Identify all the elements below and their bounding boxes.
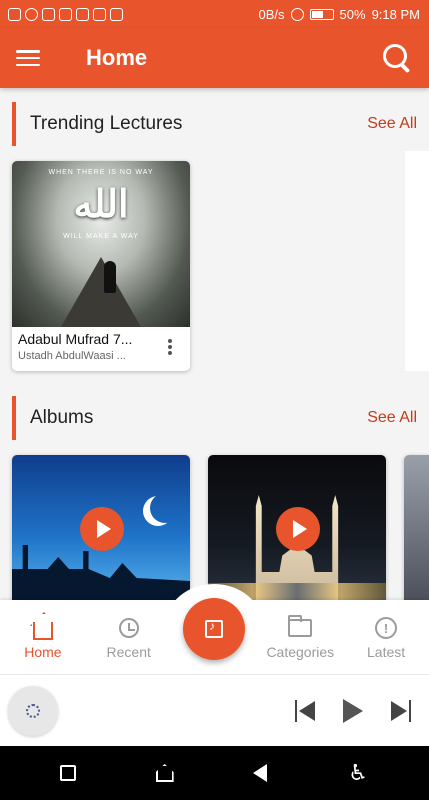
nav-home-label: Home	[24, 644, 62, 660]
play-album-button[interactable]	[80, 507, 124, 551]
nav-home[interactable]: Home	[0, 600, 86, 674]
cloud-icon	[110, 7, 123, 21]
lecture-title: Adabul Mufrad 7...	[18, 331, 133, 347]
music-library-button[interactable]	[183, 598, 245, 660]
album-card-peek[interactable]	[404, 455, 429, 600]
nav-latest[interactable]: ! Latest	[343, 600, 429, 674]
section-title-albums: Albums	[12, 396, 93, 440]
lecture-info: Adabul Mufrad 7... Ustadh AbdulWaasi ...	[12, 327, 190, 366]
accessibility-icon[interactable]: ♿	[347, 762, 369, 784]
battery-percent: 50%	[339, 6, 366, 22]
play-store-icon	[76, 7, 89, 21]
back-icon[interactable]	[253, 764, 268, 782]
battery-icon	[309, 8, 334, 20]
notification-icons	[8, 7, 123, 21]
history-icon	[118, 618, 139, 638]
mini-player	[0, 674, 429, 746]
lecture-thumbnail[interactable]: WHEN THERE IS NO WAY الله WILL MAKE A WA…	[12, 161, 190, 327]
play-album-button[interactable]	[276, 507, 320, 551]
nav-recent[interactable]: Recent	[86, 600, 172, 674]
album-card[interactable]	[208, 455, 386, 600]
search-icon[interactable]	[381, 42, 413, 74]
menu-icon[interactable]	[16, 48, 40, 68]
moon-graphic	[150, 493, 180, 523]
nav-categories[interactable]: Categories	[257, 600, 343, 674]
nav-recent-label: Recent	[106, 644, 151, 660]
home-icon	[32, 622, 53, 640]
trending-section-header: Trending Lectures See All	[12, 102, 417, 146]
now-playing-artwork[interactable]	[8, 685, 58, 736]
whatsapp-icon	[25, 7, 38, 21]
status-bar: 0B/s 50% 9:18 PM	[0, 0, 429, 28]
albums-section-header: Albums See All	[12, 396, 417, 440]
thumbnail-caption-top: WHEN THERE IS NO WAY	[48, 169, 154, 176]
play-icon[interactable]	[343, 698, 363, 723]
clock: 9:18 PM	[371, 6, 420, 22]
player-controls	[295, 698, 421, 723]
lecture-card[interactable]: WHEN THERE IS NO WAY الله WILL MAKE A WA…	[12, 161, 190, 371]
shield-icon	[59, 7, 72, 21]
thumbnail-arabic-text: الله	[73, 181, 129, 226]
app-bar: Home	[0, 28, 429, 88]
lecture-speaker: Ustadh AbdulWaasi ...	[18, 350, 126, 362]
thumbnail-path	[61, 257, 141, 327]
album-card[interactable]	[12, 455, 190, 600]
gallery-icon	[42, 7, 55, 21]
alert-icon: !	[375, 617, 398, 639]
see-all-albums-link[interactable]: See All	[367, 409, 417, 427]
mosque-silhouette	[12, 545, 190, 600]
alarm-icon	[290, 7, 304, 21]
loading-icon	[26, 703, 40, 718]
folder-icon	[288, 615, 313, 637]
thumbnail-caption-bottom: WILL MAKE A WAY	[63, 233, 139, 240]
download-icon	[93, 7, 106, 21]
app-notification-icon	[8, 7, 21, 21]
music-library-icon	[205, 619, 223, 638]
more-options-icon[interactable]	[168, 339, 172, 355]
thumbnail-figure	[104, 261, 116, 293]
nav-latest-label: Latest	[367, 644, 406, 660]
recents-icon[interactable]	[59, 765, 76, 781]
nav-categories-label: Categories	[266, 644, 335, 660]
next-lecture-card-peek[interactable]	[405, 151, 429, 371]
section-title-trending: Trending Lectures	[12, 102, 182, 146]
page-title: Home	[86, 45, 148, 70]
main-content[interactable]: Trending Lectures See All WHEN THERE IS …	[0, 88, 429, 600]
skip-previous-icon[interactable]	[295, 699, 319, 722]
home-system-icon[interactable]	[155, 764, 174, 782]
system-navigation-bar: ♿	[0, 746, 429, 800]
see-all-trending-link[interactable]: See All	[367, 115, 417, 133]
skip-next-icon[interactable]	[387, 699, 411, 722]
network-speed: 0B/s	[258, 6, 285, 22]
